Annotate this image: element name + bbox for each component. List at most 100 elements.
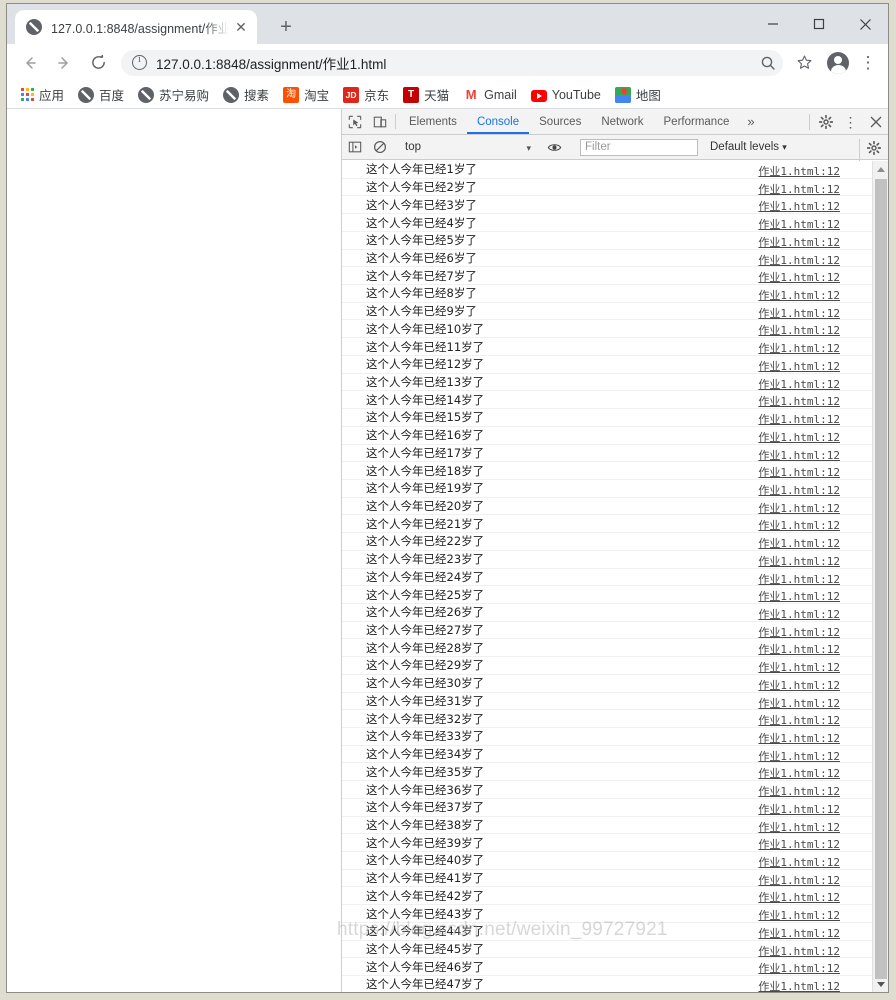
console-message-row[interactable]: 这个人今年已经16岁了 作业1.html:12 — [342, 427, 888, 445]
console-message-row[interactable]: 这个人今年已经9岁了 作业1.html:12 — [342, 303, 888, 321]
log-levels-select[interactable]: Default levels ▾ — [710, 141, 787, 153]
console-message-source-link[interactable]: 作业1.html:12 — [758, 872, 840, 888]
console-message-row[interactable]: 这个人今年已经41岁了 作业1.html:12 — [342, 870, 888, 888]
console-message-source-link[interactable]: 作业1.html:12 — [758, 765, 840, 781]
console-message-row[interactable]: 这个人今年已经8岁了 作业1.html:12 — [342, 285, 888, 303]
console-message-row[interactable]: 这个人今年已经36岁了 作业1.html:12 — [342, 781, 888, 799]
scroll-down-button[interactable] — [873, 976, 889, 992]
scroll-up-button[interactable] — [873, 161, 889, 177]
maximize-button[interactable] — [796, 4, 842, 44]
inspect-element-icon[interactable] — [342, 109, 367, 134]
console-settings-gear-icon[interactable] — [861, 135, 886, 160]
profile-avatar[interactable] — [827, 51, 849, 74]
console-message-row[interactable]: 这个人今年已经42岁了 作业1.html:12 — [342, 887, 888, 906]
console-message-row[interactable]: 这个人今年已经30岁了 作业1.html:12 — [342, 675, 888, 693]
console-message-source-link[interactable]: 作业1.html:12 — [758, 624, 840, 640]
console-message-source-link[interactable]: 作业1.html:12 — [758, 393, 840, 409]
reload-button[interactable] — [83, 48, 113, 78]
gear-icon[interactable] — [813, 109, 838, 135]
console-message-source-link[interactable]: 作业1.html:12 — [758, 163, 840, 179]
close-devtools-button[interactable] — [863, 109, 888, 135]
console-message-source-link[interactable]: 作业1.html:12 — [758, 783, 840, 799]
console-message-row[interactable]: 这个人今年已经39岁了 作业1.html:12 — [342, 834, 888, 853]
bookmark-Gmail[interactable]: M Gmail — [463, 87, 517, 103]
chrome-menu-button[interactable]: ⋮ — [855, 54, 881, 71]
bookmark-star-button[interactable] — [791, 50, 817, 76]
bookmark-天猫[interactable]: T 天猫 — [403, 85, 449, 104]
console-message-row[interactable]: 这个人今年已经31岁了 作业1.html:12 — [342, 693, 888, 711]
console-message-source-link[interactable]: 作业1.html:12 — [758, 535, 840, 551]
close-window-button[interactable] — [842, 4, 888, 44]
console-message-row[interactable]: 这个人今年已经19岁了 作业1.html:12 — [342, 480, 888, 498]
console-message-source-link[interactable]: 作业1.html:12 — [758, 287, 840, 303]
console-message-source-link[interactable]: 作业1.html:12 — [758, 677, 840, 693]
bookmark-搜素[interactable]: 搜素 — [223, 85, 269, 104]
console-message-row[interactable]: 这个人今年已经15岁了 作业1.html:12 — [342, 409, 888, 427]
bookmark-百度[interactable]: 百度 — [78, 85, 124, 104]
console-message-row[interactable]: 这个人今年已经20岁了 作业1.html:12 — [342, 498, 888, 516]
bookmark-京东[interactable]: JD 京东 — [343, 85, 389, 104]
clear-console-icon[interactable] — [367, 140, 392, 154]
devtools-overflow-menu[interactable]: ⋮ — [838, 109, 863, 135]
console-message-source-link[interactable]: 作业1.html:12 — [758, 712, 840, 728]
console-message-row[interactable]: 这个人今年已经28岁了 作业1.html:12 — [342, 639, 888, 658]
console-message-row[interactable]: 这个人今年已经14岁了 作业1.html:12 — [342, 391, 888, 410]
devtools-tab-console[interactable]: Console — [467, 109, 529, 134]
device-toolbar-icon[interactable] — [367, 109, 392, 134]
console-message-row[interactable]: 这个人今年已经25岁了 作业1.html:12 — [342, 586, 888, 604]
console-message-source-link[interactable]: 作业1.html:12 — [758, 252, 840, 268]
console-message-source-link[interactable]: 作业1.html:12 — [758, 819, 840, 835]
console-message-source-link[interactable]: 作业1.html:12 — [758, 216, 840, 232]
console-message-source-link[interactable]: 作业1.html:12 — [758, 411, 840, 427]
minimize-button[interactable] — [750, 4, 796, 44]
console-message-row[interactable]: 这个人今年已经6岁了 作业1.html:12 — [342, 250, 888, 268]
new-tab-button[interactable]: + — [273, 14, 299, 40]
console-message-source-link[interactable]: 作业1.html:12 — [758, 464, 840, 480]
bookmark-淘宝[interactable]: 淘淘宝 — [283, 85, 329, 104]
browser-tab[interactable]: 127.0.0.1:8848/assignment/作业1.html ✕ — [15, 10, 257, 44]
live-expression-eye-icon[interactable] — [542, 140, 567, 155]
console-message-source-link[interactable]: 作业1.html:12 — [758, 978, 840, 992]
console-message-source-link[interactable]: 作业1.html:12 — [758, 641, 840, 657]
console-message-source-link[interactable]: 作业1.html:12 — [758, 960, 840, 976]
address-bar[interactable]: 127.0.0.1:8848/assignment/作业1.html — [121, 49, 783, 76]
back-button[interactable] — [15, 48, 45, 78]
console-message-source-link[interactable]: 作业1.html:12 — [758, 801, 840, 817]
console-message-row[interactable]: 这个人今年已经26岁了 作业1.html:12 — [342, 604, 888, 622]
filter-input[interactable]: Filter — [580, 138, 698, 156]
console-message-row[interactable]: 这个人今年已经7岁了 作业1.html:12 — [342, 267, 888, 286]
console-message-row[interactable]: 这个人今年已经33岁了 作业1.html:12 — [342, 728, 888, 746]
console-message-source-link[interactable]: 作业1.html:12 — [758, 588, 840, 604]
console-message-row[interactable]: 这个人今年已经17岁了 作业1.html:12 — [342, 445, 888, 463]
console-message-row[interactable]: 这个人今年已经5岁了 作业1.html:12 — [342, 232, 888, 250]
console-message-source-link[interactable]: 作业1.html:12 — [758, 854, 840, 870]
console-sidebar-icon[interactable] — [342, 140, 367, 154]
console-message-source-link[interactable]: 作业1.html:12 — [758, 907, 840, 923]
console-message-source-link[interactable]: 作业1.html:12 — [758, 181, 840, 197]
close-tab-icon[interactable]: ✕ — [233, 19, 249, 35]
bookmark-地图[interactable]: 地图 — [614, 85, 661, 104]
console-message-row[interactable]: 这个人今年已经38岁了 作业1.html:12 — [342, 817, 888, 835]
console-message-row[interactable]: 这个人今年已经4岁了 作业1.html:12 — [342, 214, 888, 232]
console-message-row[interactable]: 这个人今年已经24岁了 作业1.html:12 — [342, 569, 888, 587]
console-message-source-link[interactable]: 作业1.html:12 — [758, 925, 840, 941]
console-message-row[interactable]: 这个人今年已经2岁了 作业1.html:12 — [342, 179, 888, 197]
console-message-source-link[interactable]: 作业1.html:12 — [758, 571, 840, 587]
console-message-row[interactable]: 这个人今年已经29岁了 作业1.html:12 — [342, 657, 888, 675]
console-message-row[interactable]: 这个人今年已经40岁了 作业1.html:12 — [342, 852, 888, 870]
console-message-row[interactable]: 这个人今年已经44岁了 作业1.html:12 — [342, 923, 888, 941]
console-message-source-link[interactable]: 作业1.html:12 — [758, 269, 840, 285]
execution-context-select[interactable]: top ▾ — [405, 141, 535, 153]
devtools-tab-sources[interactable]: Sources — [529, 109, 591, 134]
bookmark-应用[interactable]: 应用 — [21, 85, 64, 104]
console-message-source-link[interactable]: 作业1.html:12 — [758, 730, 840, 746]
console-message-row[interactable]: 这个人今年已经45岁了 作业1.html:12 — [342, 941, 888, 959]
console-message-list[interactable]: 这个人今年已经1岁了 作业1.html:12 这个人今年已经2岁了 作业1.html:… — [342, 161, 888, 992]
console-message-source-link[interactable]: 作业1.html:12 — [758, 553, 840, 569]
console-message-row[interactable]: 这个人今年已经13岁了 作业1.html:12 — [342, 374, 888, 392]
console-message-row[interactable]: 这个人今年已经35岁了 作业1.html:12 — [342, 763, 888, 782]
bookmark-苏宁易购[interactable]: 苏宁易购 — [138, 85, 209, 104]
console-message-source-link[interactable]: 作业1.html:12 — [758, 517, 840, 533]
console-message-source-link[interactable]: 作业1.html:12 — [758, 836, 840, 852]
console-message-row[interactable]: 这个人今年已经23岁了 作业1.html:12 — [342, 551, 888, 569]
